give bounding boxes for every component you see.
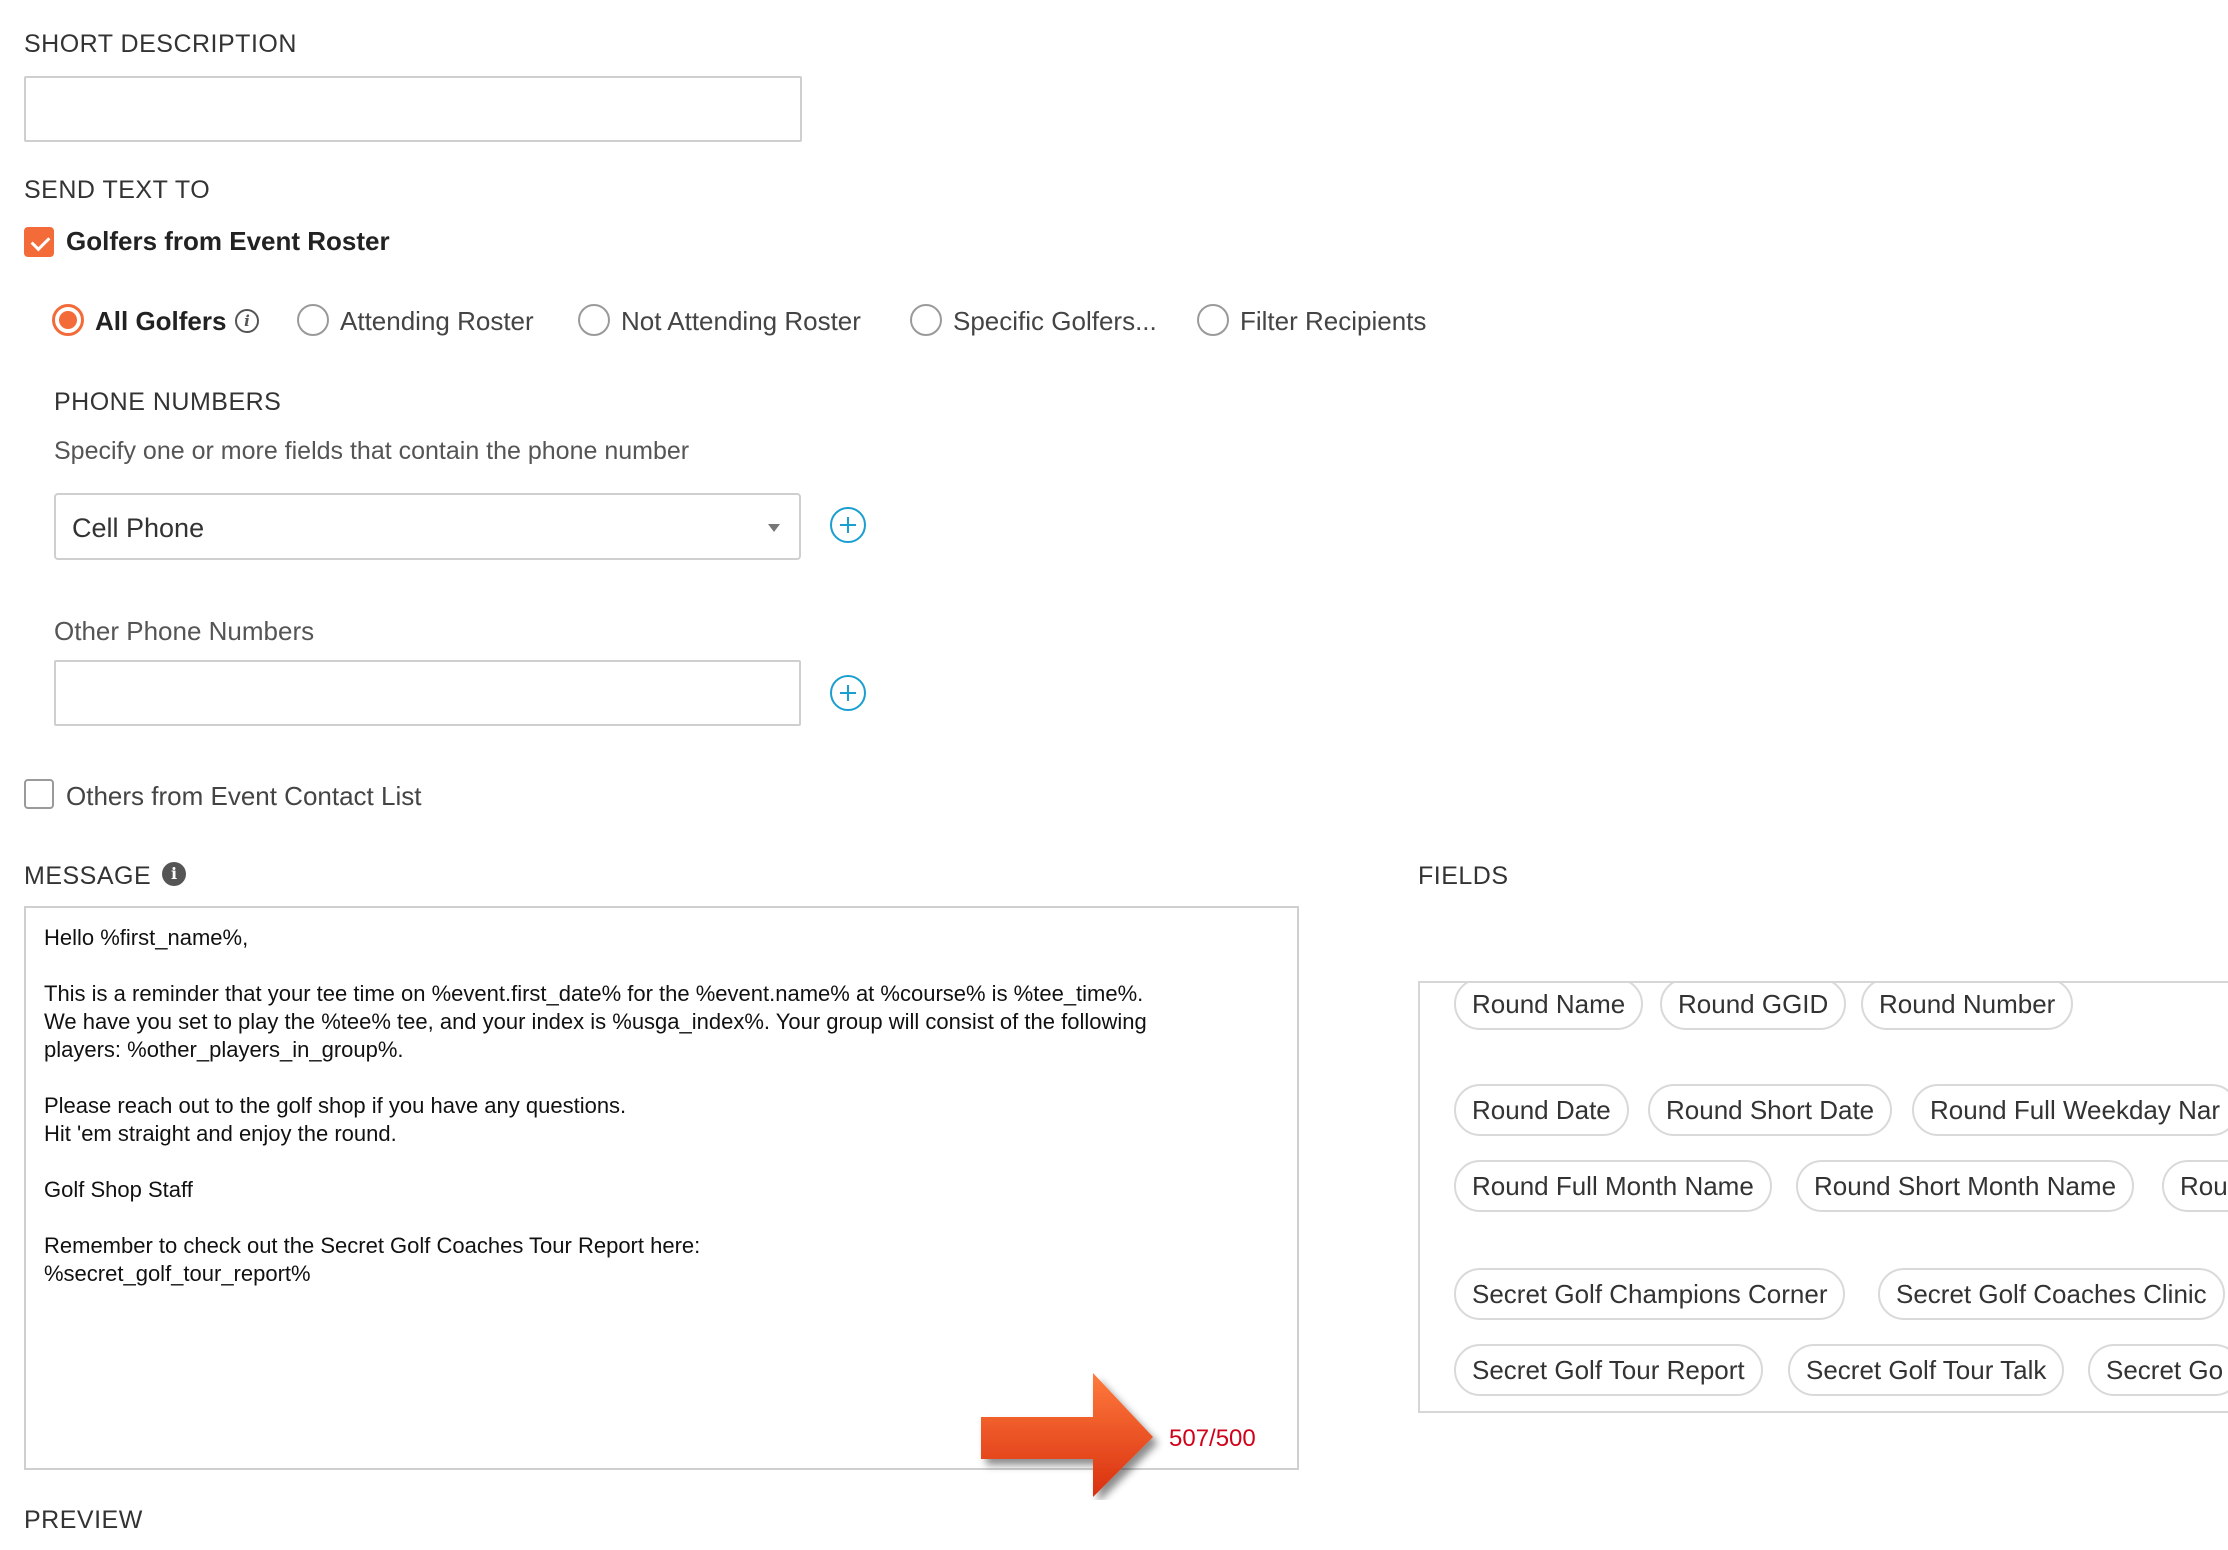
fields-label: FIELDS [1418,862,1509,890]
add-phone-field-button[interactable] [830,507,866,543]
radio-not-attending-roster-label: Not Attending Roster [621,306,861,336]
message-line [44,952,1279,980]
phone-field-select-value: Cell Phone [72,513,205,543]
phone-numbers-label: PHONE NUMBERS [54,388,282,416]
message-line: We have you set to play the %tee% tee, a… [44,1009,1147,1034]
golfers-roster-checkbox-label: Golfers from Event Roster [66,226,390,256]
message-line [44,1204,1279,1232]
message-line [44,1148,1279,1176]
others-contact-list-checkbox-label: Others from Event Contact List [66,781,422,811]
field-chip[interactable]: Round Short Date [1648,1084,1893,1136]
radio-filter-recipients[interactable] [1197,304,1229,336]
send-text-to-label: SEND TEXT TO [24,176,211,204]
message-line: Please reach out to the golf shop if you… [44,1093,627,1118]
field-chip[interactable]: Round Full Weekday Nar [1912,1084,2228,1136]
radio-all-golfers[interactable] [52,304,84,336]
other-phone-numbers-input[interactable] [54,660,801,726]
short-description-input[interactable] [24,76,802,142]
message-line: Hello %first_name%, [44,925,249,950]
field-chip[interactable]: Round Short Month Name [1796,1160,2135,1212]
message-line [44,1064,1279,1092]
field-chip[interactable]: Secret Golf Coaches Clinic [1878,1268,2225,1320]
golfers-roster-checkbox[interactable] [24,227,54,257]
radio-attending-roster-label: Attending Roster [340,306,534,336]
message-line: players: %other_players_in_group%. [44,1037,404,1062]
message-line: Hit 'em straight and enjoy the round. [44,1121,397,1146]
message-label: MESSAGE [24,862,152,890]
field-chip[interactable]: Secret Golf Tour Report [1454,1344,1763,1396]
phone-field-select[interactable]: Cell Phone [54,493,801,560]
preview-label: PREVIEW [24,1506,143,1534]
radio-specific-golfers-label: Specific Golfers... [953,306,1157,336]
message-line: %secret_golf_tour_report% [44,1261,311,1286]
field-chip[interactable]: Rour [2162,1160,2228,1212]
radio-attending-roster[interactable] [297,304,329,336]
chevron-down-icon [768,524,780,532]
radio-all-golfers-label: All Golfers [95,306,227,336]
message-line: Remember to check out the Secret Golf Co… [44,1233,701,1258]
short-description-label: SHORT DESCRIPTION [24,30,297,58]
others-contact-list-checkbox[interactable] [24,779,54,809]
field-chip[interactable]: Round Date [1454,1084,1629,1136]
character-count: 507/500 [1169,1425,1256,1452]
radio-filter-recipients-label: Filter Recipients [1240,306,1427,336]
field-chip[interactable]: Secret Golf Champions Corner [1454,1268,1846,1320]
phone-numbers-hint: Specify one or more fields that contain … [54,437,690,465]
field-chip[interactable]: Round Full Month Name [1454,1160,1772,1212]
radio-not-attending-roster[interactable] [578,304,610,336]
other-phone-numbers-label: Other Phone Numbers [54,616,315,646]
radio-specific-golfers[interactable] [910,304,942,336]
add-other-phone-button[interactable] [830,675,866,711]
message-line: This is a reminder that your tee time on… [44,981,1144,1006]
field-chip[interactable]: Round Number [1861,983,2074,1030]
message-info-icon[interactable]: i [162,862,186,886]
message-line: Golf Shop Staff [44,1177,193,1202]
fields-panel: Round Name Round GGID Round Number Round… [1418,981,2228,1413]
annotation-arrow-icon [981,1373,1153,1497]
field-chip[interactable]: Round GGID [1660,983,1847,1030]
field-chip[interactable]: Round Name [1454,983,1644,1030]
field-chip[interactable]: Secret Golf Tour Talk [1788,1344,2065,1396]
info-icon[interactable]: i [235,309,259,333]
field-chip[interactable]: Secret Go [2088,1344,2228,1396]
